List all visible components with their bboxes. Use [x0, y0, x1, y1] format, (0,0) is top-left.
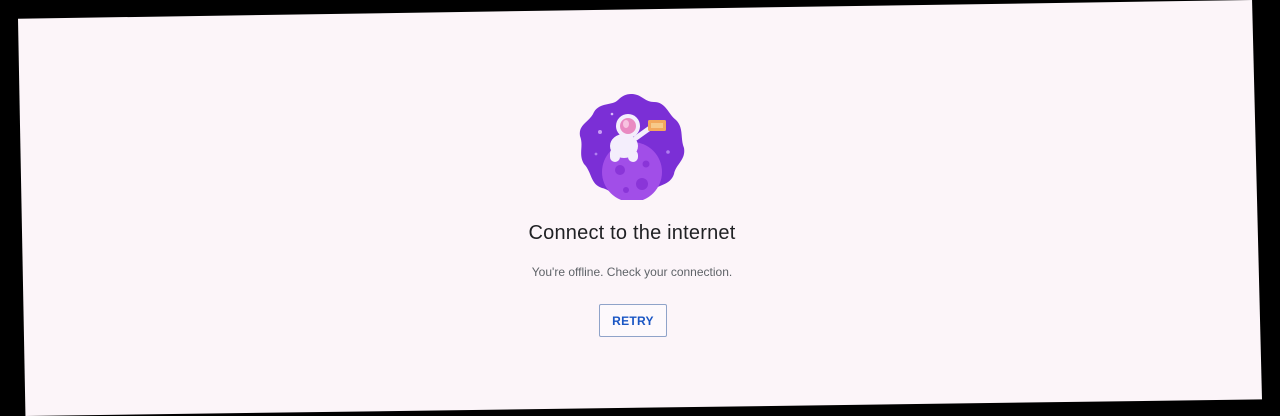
astronaut-on-planet-icon: [579, 94, 685, 200]
offline-message-panel: Connect to the internet You're offline. …: [0, 0, 1280, 416]
screen-frame: Connect to the internet You're offline. …: [0, 0, 1280, 416]
page-title: Connect to the internet: [528, 222, 736, 244]
retry-button[interactable]: RETRY: [599, 304, 667, 337]
offline-message: You're offline. Check your connection.: [531, 265, 733, 279]
